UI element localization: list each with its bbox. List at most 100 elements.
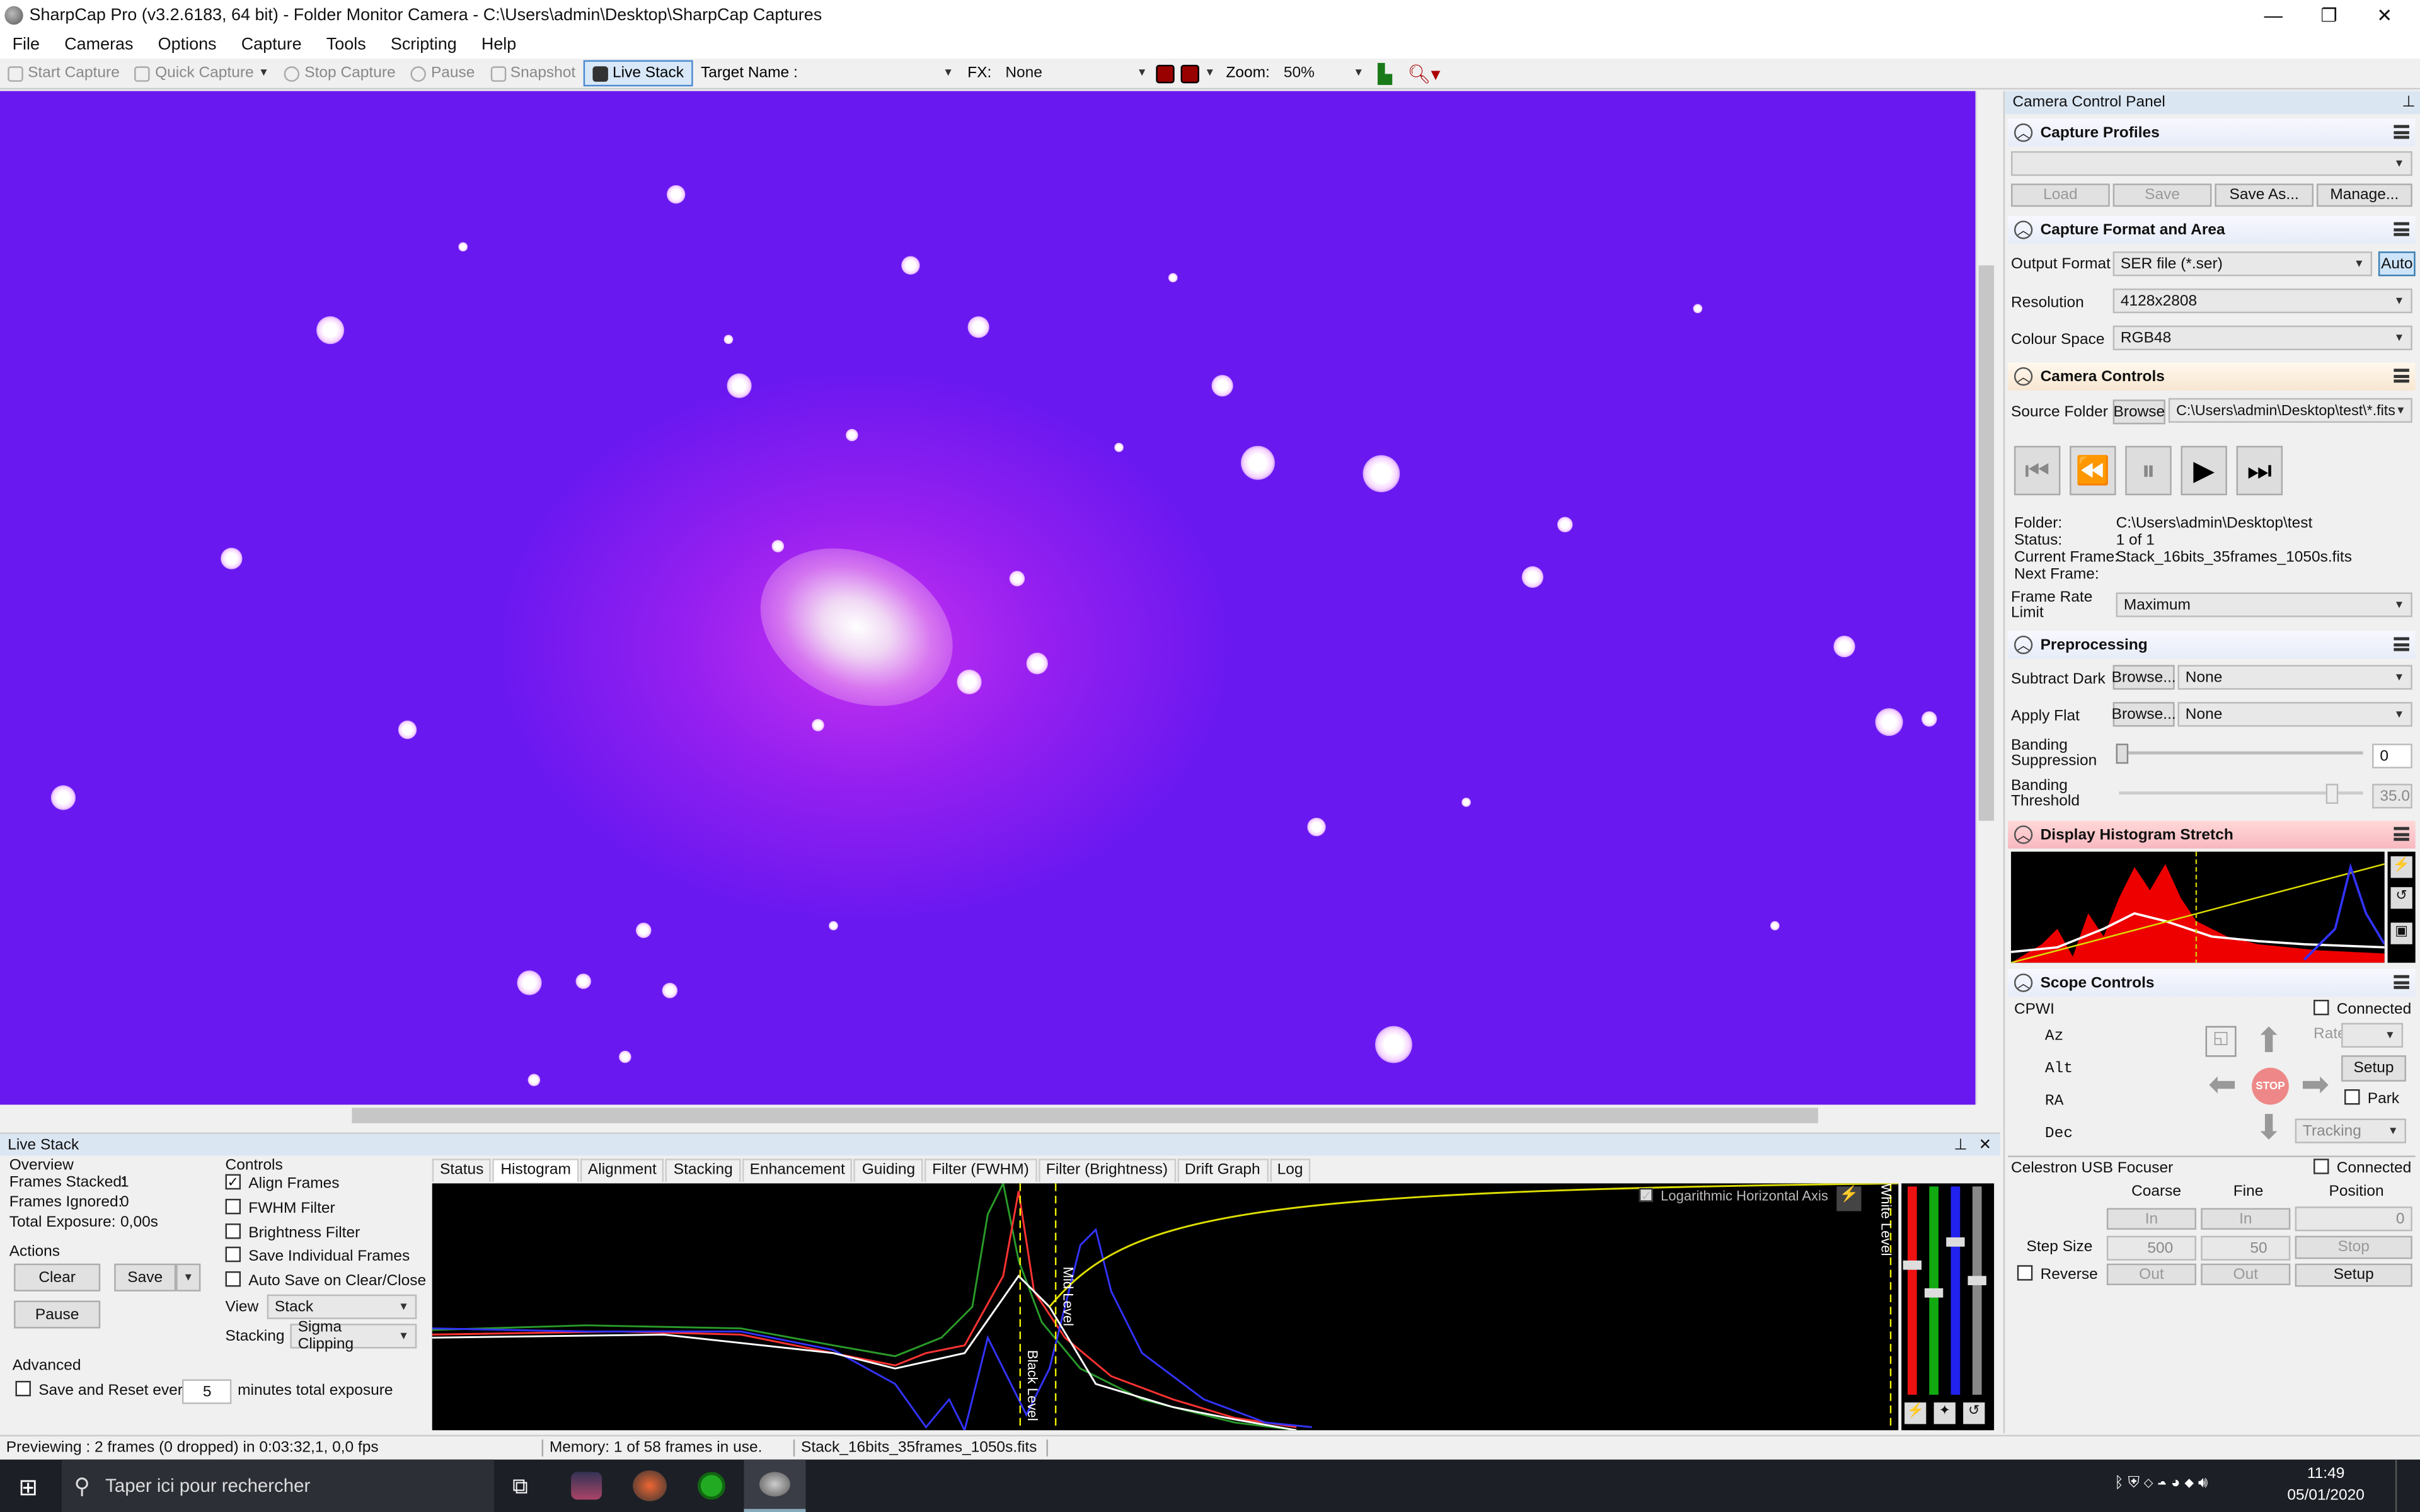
position-input[interactable]: 0 [2295, 1206, 2412, 1232]
tab-alignment[interactable]: Alignment [580, 1159, 665, 1182]
stacking-select[interactable]: Sigma Clipping ▼ [290, 1319, 417, 1353]
blue-level-bar[interactable] [1950, 1186, 1961, 1395]
flat-select[interactable]: None ▼ [2177, 702, 2412, 727]
browse-dark-button[interactable]: Browse... [2112, 665, 2176, 690]
pause-button[interactable]: Pause [403, 65, 483, 82]
collapse-icon[interactable]: ︿ [2014, 973, 2033, 992]
frame-rate-select[interactable]: Maximum ▼ [2116, 592, 2412, 617]
chevron-down-icon[interactable]: ▼ [258, 68, 269, 79]
load-profile-button[interactable]: Load [2011, 183, 2110, 207]
east-button[interactable]: ➡ [2295, 1065, 2336, 1105]
green-level-thumb[interactable] [1924, 1288, 1944, 1298]
close-button[interactable]: ✕ [2349, 0, 2420, 31]
coarse-step-input[interactable]: 500 [2106, 1235, 2196, 1261]
manage-profiles-button[interactable]: Manage... [2316, 183, 2412, 207]
lum-level-bar[interactable] [1972, 1186, 1982, 1395]
pause-playback-button[interactable]: ⏸ [2125, 445, 2172, 496]
menu-icon[interactable] [2394, 222, 2409, 236]
next-frame-button[interactable]: ⏭ [2236, 445, 2283, 496]
fwhm-filter-checkbox[interactable]: FWHM Filter [225, 1199, 335, 1217]
menu-cameras[interactable]: Cameras [52, 35, 146, 54]
align-frames-checkbox[interactable]: ✓ Align Frames [225, 1174, 340, 1193]
save-individual-checkbox[interactable]: Save Individual Frames [225, 1247, 410, 1265]
save-stretch-icon[interactable]: ▣ [2390, 922, 2412, 944]
horizontal-scroll-thumb[interactable] [352, 1108, 1818, 1123]
menu-tools[interactable]: Tools [314, 35, 378, 54]
collapse-icon[interactable]: ︿ [2014, 635, 2033, 655]
auto-save-checkbox[interactable]: Auto Save on Clear/Close [225, 1271, 426, 1290]
clock-date[interactable]: 05/01/2020 [2264, 1487, 2388, 1504]
tray-icons[interactable]: ᛒ ⛨ ◇ ☁ ◕ ◆ 🔊︎ [2114, 1475, 2208, 1492]
menu-icon[interactable] [2394, 369, 2409, 383]
vertical-scroll-thumb[interactable] [1978, 265, 1995, 821]
show-desktop-button[interactable] [2395, 1459, 2420, 1512]
fine-out-button[interactable]: Out [2201, 1263, 2291, 1286]
minutes-input[interactable]: 5 [182, 1379, 232, 1404]
menu-icon[interactable] [2394, 975, 2409, 989]
section-capture-format[interactable]: ︿ Capture Format and Area [2008, 215, 2416, 244]
save-dropdown-button[interactable]: ▼ [176, 1263, 201, 1292]
tab-filter-brightness[interactable]: Filter (Brightness) [1038, 1159, 1176, 1182]
tab-log[interactable]: Log [1269, 1159, 1311, 1182]
windows-start-icon[interactable]: ⊞ [18, 1474, 38, 1501]
coarse-in-button[interactable]: In [2106, 1208, 2196, 1230]
pin-icon[interactable]: ⊥ [2402, 94, 2415, 111]
magnifier-icon[interactable]: 🔍︎▾ [1400, 62, 1448, 84]
output-format-select[interactable]: SER file (*.ser) ▼ [2112, 251, 2373, 277]
image-preview[interactable] [0, 91, 1976, 1105]
scope-setup-button[interactable]: Setup [2341, 1055, 2406, 1082]
tracking-select[interactable]: Tracking ▼ [2295, 1118, 2406, 1143]
histogram-icon[interactable]: ▙ [1370, 62, 1400, 84]
banding-threshold-thumb[interactable] [2325, 784, 2339, 804]
rewind-button[interactable]: ⏮ [2014, 445, 2061, 496]
auto-stretch-icon[interactable]: ⚡ [1836, 1186, 1862, 1211]
section-preprocessing[interactable]: ︿ Preprocessing [2008, 631, 2416, 659]
red-level-bar[interactable] [1907, 1186, 1917, 1395]
stop-scope-button[interactable]: STOP [2252, 1067, 2289, 1105]
step-back-button[interactable]: ⏪ [2070, 445, 2116, 496]
display-histogram-chart[interactable] [2011, 851, 2385, 963]
tab-histogram[interactable]: Histogram [493, 1159, 579, 1182]
sparkle-icon[interactable]: ✦ [1933, 1402, 1956, 1424]
mount-connected-checkbox[interactable]: Connected [2313, 1000, 2411, 1018]
north-button[interactable]: ⬆ [2249, 1021, 2289, 1062]
lum-level-thumb[interactable] [1968, 1276, 1986, 1286]
reset-stretch-icon[interactable]: ↺ [2390, 887, 2412, 909]
stellarium-icon[interactable] [571, 1472, 602, 1500]
task-view-icon[interactable]: ⧉ [512, 1474, 527, 1500]
save-profile-button[interactable]: Save [2112, 183, 2212, 207]
banding-suppression-input[interactable]: 0 [2372, 743, 2412, 769]
reverse-checkbox[interactable]: Reverse [2017, 1266, 2098, 1284]
auto-stretch-icon[interactable]: ⚡ [2390, 856, 2412, 878]
menu-scripting[interactable]: Scripting [378, 35, 469, 54]
quick-capture-button[interactable]: Quick Capture ▼ [127, 65, 277, 82]
focuser-setup-button[interactable]: Setup [2295, 1263, 2412, 1287]
brightness-filter-checkbox[interactable]: Brightness Filter [225, 1223, 360, 1242]
menu-file[interactable]: File [0, 35, 52, 54]
live-stack-button[interactable]: Live Stack [583, 60, 693, 87]
stop-capture-button[interactable]: Stop Capture [277, 65, 403, 82]
browse-source-button[interactable]: Browse [2112, 399, 2165, 425]
coarse-out-button[interactable]: Out [2106, 1263, 2196, 1286]
view-select[interactable]: Stack ▼ [267, 1294, 417, 1319]
south-button[interactable]: ⬇ [2249, 1108, 2289, 1148]
green-app-icon[interactable] [697, 1472, 726, 1500]
banding-suppression-slider[interactable] [2119, 751, 2363, 755]
save-stack-button[interactable]: Save [114, 1263, 176, 1292]
save-reset-checkbox[interactable]: Save and Reset every [15, 1381, 190, 1399]
menu-capture[interactable]: Capture [229, 35, 314, 54]
west-button[interactable]: ⬅ [2203, 1065, 2243, 1105]
clock-time[interactable]: 11:49 [2287, 1466, 2364, 1483]
collapse-icon[interactable]: ︿ [2014, 123, 2033, 142]
pause-stack-button[interactable]: Pause [14, 1300, 101, 1329]
section-display-histogram[interactable]: ︿ Display Histogram Stretch [2008, 820, 2416, 849]
fine-in-button[interactable]: In [2201, 1208, 2291, 1230]
tab-stacking[interactable]: Stacking [666, 1159, 740, 1182]
target-name-select[interactable]: ▼ [805, 62, 960, 85]
collapse-icon[interactable]: ︿ [2014, 825, 2033, 844]
colour-space-select[interactable]: RGB48 ▼ [2112, 325, 2412, 350]
section-capture-profiles[interactable]: ︿ Capture Profiles [2008, 118, 2416, 147]
reticle-button[interactable] [1153, 64, 1178, 83]
snapshot-button[interactable]: Snapshot [483, 65, 584, 82]
red-level-thumb[interactable] [1903, 1260, 1922, 1270]
